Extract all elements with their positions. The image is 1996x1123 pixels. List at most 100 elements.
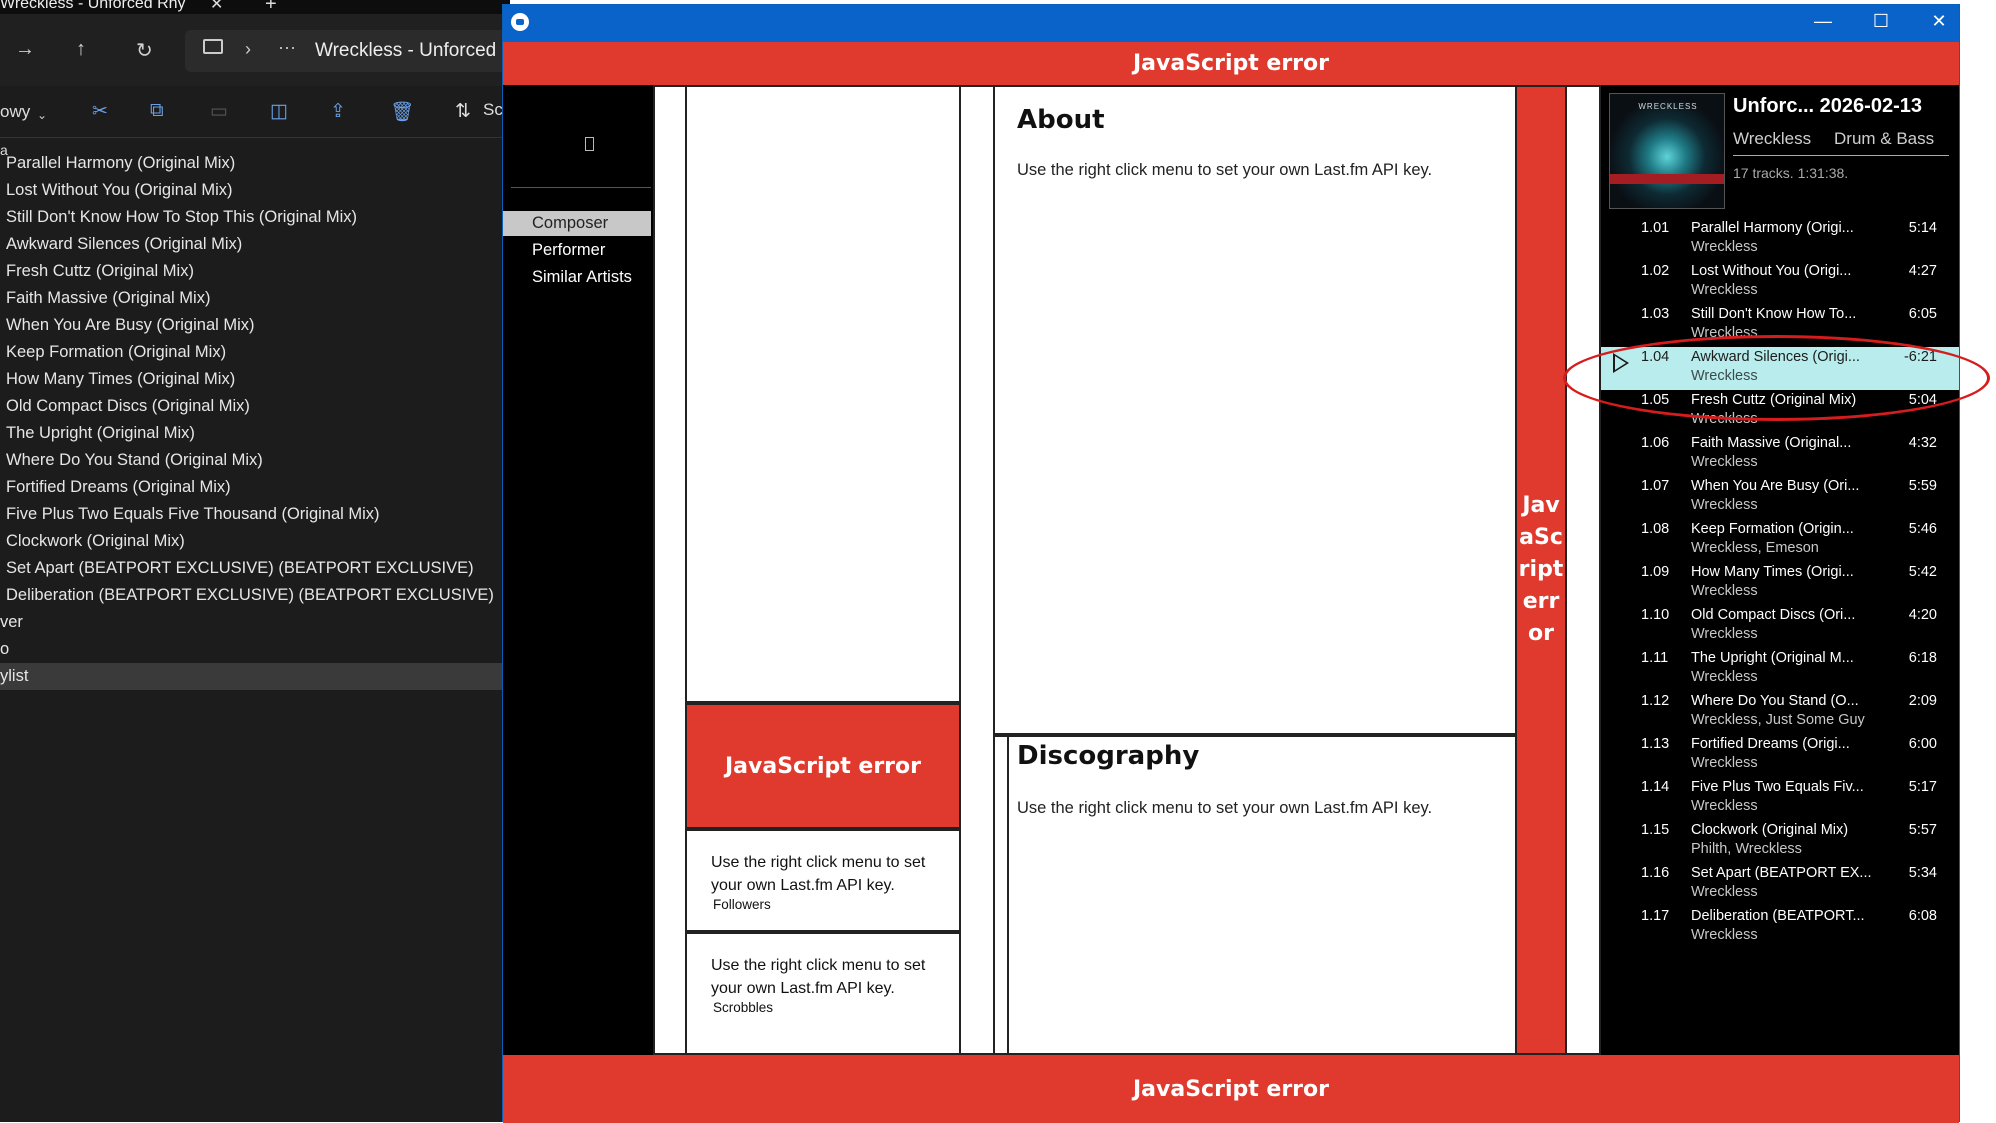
track-row[interactable]: 1.13 Fortified Dreams (Origi... Wreckless 6…	[1601, 734, 1959, 777]
address-bar[interactable]: › ··· Wreckless - Unforced	[185, 30, 525, 72]
sidebar-divider	[511, 187, 651, 188]
file-row[interactable]: Parallel Harmony (Original Mix)	[0, 150, 510, 177]
track-number: 1.03	[1641, 306, 1670, 322]
new-tab-icon[interactable]: +	[265, 0, 277, 14]
file-row[interactable]: The Upright (Original Mix)	[0, 420, 510, 447]
play-icon[interactable]	[1613, 353, 1629, 373]
track-row[interactable]: 1.17 Deliberation (BEATPORT... Wreckless 6:…	[1601, 906, 1959, 949]
track-duration: 6:05	[1908, 306, 1937, 322]
track-artist: Wreckless, Emeson	[1691, 540, 1819, 556]
file-row[interactable]: Set Apart (BEATPORT EXCLUSIVE) (BEATPORT…	[0, 555, 510, 582]
forward-icon[interactable]: →	[15, 38, 35, 61]
placeholder-icon	[585, 137, 594, 151]
sort-icon[interactable]: ⇅	[455, 100, 471, 123]
track-title: Fresh Cuttz (Original Mix)	[1691, 392, 1857, 408]
track-row[interactable]: 1.07 When You Are Busy (Ori... Wreckless 5:…	[1601, 476, 1959, 519]
file-row[interactable]: Keep Formation (Original Mix)	[0, 339, 510, 366]
file-row[interactable]: Faith Massive (Original Mix)	[0, 285, 510, 312]
album-genre[interactable]: Drum & Bass	[1834, 129, 1934, 149]
file-row[interactable]: Old Compact Discs (Original Mix)	[0, 393, 510, 420]
album-panel: WRECKLESS Unforc... 2026-02-13 Wreckless…	[1601, 85, 1959, 1055]
file-row[interactable]: Five Plus Two Equals Five Thousand (Orig…	[0, 501, 510, 528]
cover-text: WRECKLESS	[1638, 102, 1698, 111]
tab-close-icon[interactable]: ✕	[210, 0, 223, 14]
file-row[interactable]: Fresh Cuttz (Original Mix)	[0, 258, 510, 285]
track-duration: 4:32	[1908, 435, 1937, 451]
track-row[interactable]: 1.14 Five Plus Two Equals Fiv... Wreckless…	[1601, 777, 1959, 820]
delete-icon[interactable]: 🗑	[390, 100, 414, 124]
more-icon[interactable]: ···	[278, 37, 296, 58]
rename-icon[interactable]: ◫	[270, 100, 288, 123]
track-row[interactable]: 1.11 The Upright (Original M... Wreckless 6…	[1601, 648, 1959, 691]
track-row[interactable]: 1.03 Still Don't Know How To... Wreckless 6…	[1601, 304, 1959, 347]
track-title: Lost Without You (Origi...	[1691, 263, 1852, 279]
track-list: 1.01 Parallel Harmony (Origi... Wreckless 5…	[1601, 218, 1959, 949]
track-duration: 5:46	[1908, 521, 1937, 537]
track-row[interactable]: 1.10 Old Compact Discs (Ori... Wreckless 4:…	[1601, 605, 1959, 648]
refresh-icon[interactable]: ↻	[136, 38, 153, 63]
file-row[interactable]: Where Do You Stand (Original Mix)	[0, 447, 510, 474]
address-path[interactable]: Wreckless - Unforced	[315, 40, 496, 62]
file-row[interactable]: Lost Without You (Original Mix)	[0, 177, 510, 204]
track-row[interactable]: 1.16 Set Apart (BEATPORT EX... Wreckless 5:…	[1601, 863, 1959, 906]
close-icon[interactable]: ✕	[1919, 11, 1959, 32]
track-row[interactable]: 1.08 Keep Formation (Origin... Wreckless, …	[1601, 519, 1959, 562]
track-row[interactable]: 1.02 Lost Without You (Origi... Wreckless 4…	[1601, 261, 1959, 304]
track-row[interactable]: 1.01 Parallel Harmony (Origi... Wreckless 5…	[1601, 218, 1959, 261]
about-panel: About Use the right click menu to set yo…	[993, 85, 1517, 735]
up-icon[interactable]: ↑	[76, 38, 86, 61]
album-artist[interactable]: Wreckless	[1733, 129, 1811, 149]
album-cover[interactable]: WRECKLESS	[1609, 93, 1725, 209]
file-row[interactable]: o	[0, 636, 510, 663]
track-duration: 5:14	[1908, 220, 1937, 236]
track-artist: Wreckless	[1691, 325, 1758, 341]
title-bar[interactable]: — ☐ ✕	[503, 5, 1959, 42]
track-artist: Wreckless	[1691, 884, 1758, 900]
file-row[interactable]: Clockwork (Original Mix)	[0, 528, 510, 555]
track-number: 1.14	[1641, 779, 1670, 795]
track-number: 1.15	[1641, 822, 1670, 838]
sidebar-item-composer[interactable]: Composer	[503, 211, 651, 236]
maximize-icon[interactable]: ☐	[1861, 11, 1901, 32]
file-row[interactable]: How Many Times (Original Mix)	[0, 366, 510, 393]
copy-icon[interactable]: ⧉	[150, 100, 164, 122]
track-artist: Wreckless	[1691, 626, 1758, 642]
sidebar-item-similar-artists[interactable]: Similar Artists	[503, 265, 651, 290]
sidebar-item-performer[interactable]: Performer	[503, 238, 651, 263]
file-row[interactable]: Fortified Dreams (Original Mix)	[0, 474, 510, 501]
app-icon	[511, 13, 529, 31]
track-row[interactable]: 1.09 How Many Times (Origi... Wreckless 5:4…	[1601, 562, 1959, 605]
chevron-down-icon[interactable]: ⌄	[37, 108, 47, 122]
sort-label[interactable]: Sc	[483, 100, 503, 120]
track-row[interactable]: 1.06 Faith Massive (Original... Wreckless 4…	[1601, 433, 1959, 476]
track-number: 1.17	[1641, 908, 1670, 924]
chevron-right-icon[interactable]: ›	[245, 39, 251, 60]
new-button-label[interactable]: owy	[0, 102, 30, 122]
track-title: Still Don't Know How To...	[1691, 306, 1857, 322]
file-row[interactable]: ylist	[0, 663, 510, 690]
track-row[interactable]: 1.04 Awkward Silences (Origi... Wreckless -…	[1601, 347, 1959, 390]
sidebar: Composer Performer Similar Artists	[503, 85, 653, 1055]
file-row[interactable]: Awkward Silences (Original Mix)	[0, 231, 510, 258]
file-row[interactable]: Still Don't Know How To Stop This (Origi…	[0, 204, 510, 231]
track-title: Parallel Harmony (Origi...	[1691, 220, 1854, 236]
track-row[interactable]: 1.12 Where Do You Stand (O... Wreckless, J…	[1601, 691, 1959, 734]
track-row[interactable]: 1.05 Fresh Cuttz (Original Mix) Wreckless 5…	[1601, 390, 1959, 433]
track-artist: Wreckless	[1691, 497, 1758, 513]
track-duration: 5:17	[1908, 779, 1937, 795]
discography-panel: Discography Use the right click menu to …	[1007, 735, 1517, 1055]
explorer-tab-title[interactable]: Wreckless - Unforced Rhy	[0, 0, 186, 13]
track-duration: 5:57	[1908, 822, 1937, 838]
track-artist: Wreckless	[1691, 282, 1758, 298]
minimize-icon[interactable]: —	[1803, 11, 1843, 32]
file-row[interactable]: Deliberation (BEATPORT EXCLUSIVE) (BEATP…	[0, 582, 510, 609]
empty-panel	[653, 85, 689, 1055]
cut-icon[interactable]: ✂	[92, 100, 108, 123]
file-row[interactable]: ver	[0, 609, 510, 636]
track-number: 1.06	[1641, 435, 1670, 451]
file-row[interactable]: When You Are Busy (Original Mix)	[0, 312, 510, 339]
share-icon[interactable]: ⇪	[330, 100, 346, 123]
track-row[interactable]: 1.15 Clockwork (Original Mix) Philth, Wrec…	[1601, 820, 1959, 863]
followers-label: Followers	[713, 897, 771, 912]
empty-panel	[1565, 85, 1601, 1055]
